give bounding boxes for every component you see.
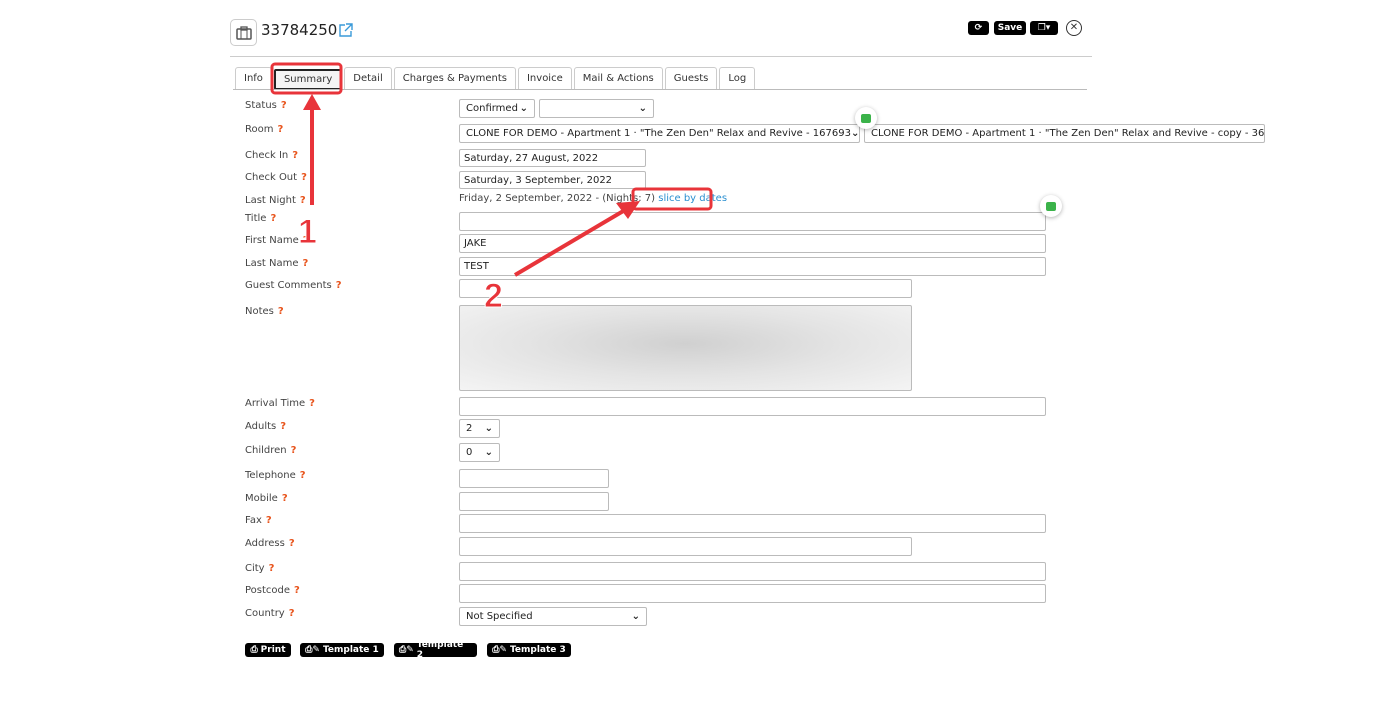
step-2-number: 2 xyxy=(484,277,503,315)
arrow-2 xyxy=(513,208,627,277)
highlight-box-summary xyxy=(270,62,343,95)
step-1-number: 1 xyxy=(298,213,317,251)
highlight-box-slice xyxy=(631,187,713,211)
annotation-overlay: 1 2 xyxy=(270,62,713,316)
arrow-1-head xyxy=(303,94,321,110)
